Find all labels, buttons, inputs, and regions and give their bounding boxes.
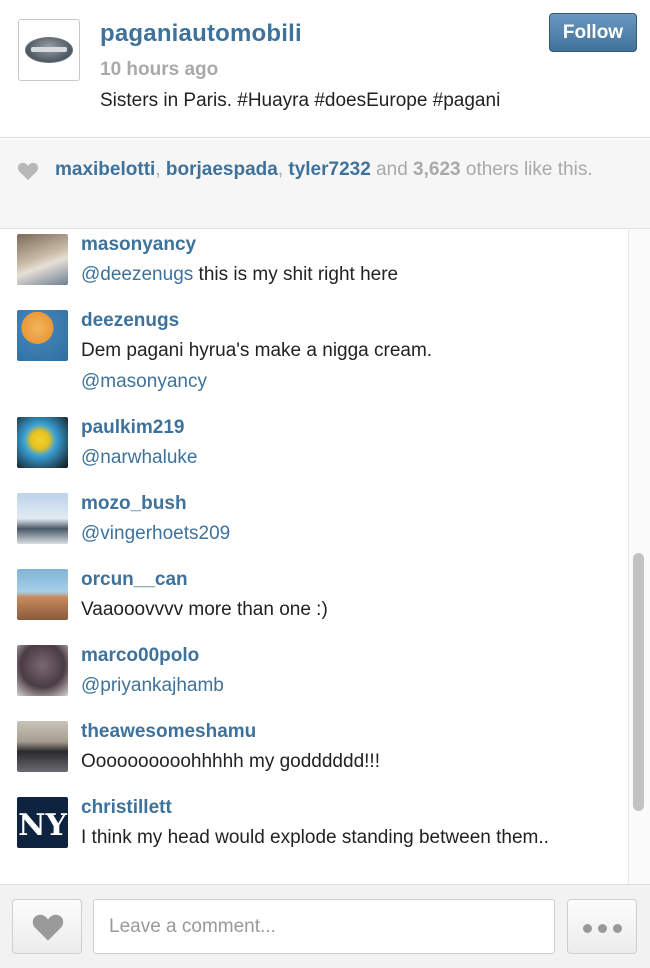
mention-link[interactable]: @narwhaluke (81, 447, 197, 468)
comment-text: Vaaooovvvv more than one :) (81, 594, 601, 625)
likes-summary: maxibelotti, borjaespada, tyler7232 and … (55, 157, 635, 183)
likes-count[interactable]: 3,623 (413, 159, 461, 180)
comment-text: I think my head would explode standing b… (81, 822, 581, 853)
pagani-logo-bar (31, 47, 67, 52)
heart-icon (32, 914, 64, 941)
mention-link[interactable]: @priyankajhamb (81, 675, 224, 696)
profile-avatar[interactable] (18, 19, 80, 81)
commenter-username[interactable]: orcun__can (81, 569, 188, 591)
comment-text: Dem pagani hyrua's make a nigga cream. @m… (81, 335, 601, 397)
comment-body: Dem pagani hyrua's make a nigga cream. (81, 340, 433, 361)
post-caption: Sisters in Paris. #Huayra #doesEurope #p… (100, 90, 501, 111)
commenter-avatar[interactable] (17, 493, 68, 544)
more-options-button[interactable] (567, 899, 637, 954)
comment-text: Oooooooooohhhhh my godddddd!!! (81, 746, 601, 777)
comment-text: @vingerhoets209 (81, 518, 601, 549)
ellipsis-icon (613, 924, 622, 933)
mention-link[interactable]: @vingerhoets209 (81, 523, 230, 544)
commenter-avatar[interactable] (17, 417, 68, 468)
ellipsis-icon (583, 924, 592, 933)
comment-text: @deezenugs this is my shit right here (81, 259, 601, 290)
commenter-username[interactable]: masonyancy (81, 234, 196, 256)
post-timestamp: 10 hours ago (100, 59, 219, 80)
comment-text: @priyankajhamb (81, 670, 601, 701)
comment-body: Oooooooooohhhhh my godddddd!!! (81, 751, 380, 772)
svg-text:NY: NY (18, 808, 67, 843)
likes-section (0, 139, 650, 229)
like-button[interactable] (12, 899, 82, 954)
commenter-username[interactable]: mozo_bush (81, 493, 187, 515)
comment-body: this is my shit right here (193, 264, 399, 285)
comment-text: @narwhaluke (81, 442, 601, 473)
liker-link[interactable]: maxibelotti (55, 159, 155, 180)
commenter-username[interactable]: marco00polo (81, 645, 199, 667)
follow-button[interactable]: Follow (549, 13, 637, 52)
yankees-logo-icon: NY (18, 808, 67, 843)
comment-list[interactable]: masonyancy @deezenugs this is my shit ri… (0, 230, 628, 884)
commenter-avatar[interactable] (17, 310, 68, 361)
liker-link[interactable]: borjaespada (166, 159, 278, 180)
likes-and: and (370, 159, 414, 180)
commenter-avatar[interactable] (17, 645, 68, 696)
mention-link[interactable]: @deezenugs (81, 264, 193, 285)
likes-others: others like this. (460, 159, 593, 180)
commenter-avatar[interactable] (17, 569, 68, 620)
post-username[interactable]: paganiautomobili (100, 20, 302, 48)
commenter-avatar[interactable]: NY (17, 797, 68, 848)
comment-body: I think my head would explode standing b… (81, 827, 549, 848)
commenter-username[interactable]: paulkim219 (81, 417, 185, 439)
commenter-avatar[interactable] (17, 234, 68, 285)
commenter-avatar[interactable] (17, 721, 68, 772)
heart-icon (17, 162, 39, 181)
scrollbar-thumb[interactable] (633, 553, 644, 811)
comment-body: Vaaooovvvv more than one :) (81, 599, 328, 620)
mention-link[interactable]: @masonyancy (81, 371, 207, 392)
commenter-username[interactable]: theawesomeshamu (81, 721, 256, 743)
ellipsis-icon (598, 924, 607, 933)
commenter-username[interactable]: deezenugs (81, 310, 179, 332)
liker-link[interactable]: tyler7232 (288, 159, 370, 180)
likes-separator: , (277, 159, 289, 180)
comment-input[interactable] (93, 899, 555, 954)
commenter-username[interactable]: christillett (81, 797, 172, 819)
likes-separator: , (155, 159, 166, 180)
